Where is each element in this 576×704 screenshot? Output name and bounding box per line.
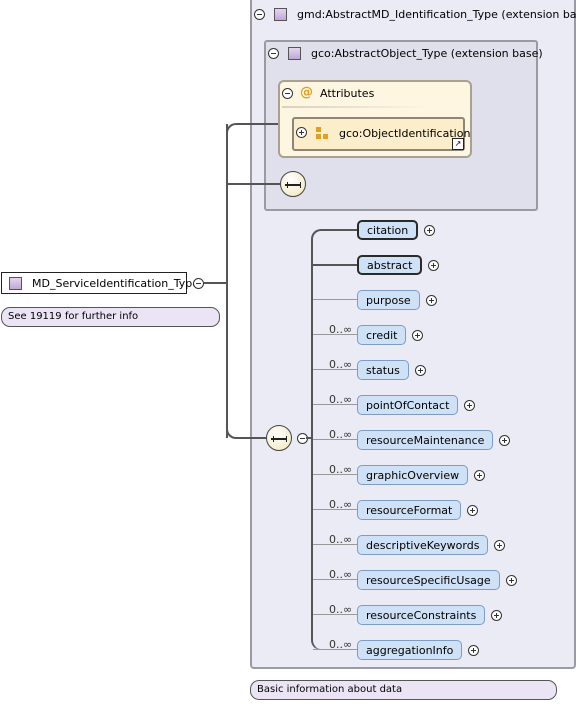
bottom-curve — [226, 426, 266, 439]
element-cardinality: 0..∞ — [329, 463, 353, 476]
root-element-name: MD_ServiceIdentification_Type — [32, 277, 200, 290]
element-connector — [313, 299, 357, 300]
seq2-to-elements — [306, 437, 312, 439]
root-collapse-icon[interactable] — [193, 278, 204, 289]
sequence-compositor-icon[interactable] — [266, 425, 292, 451]
shortcut-arrow-icon[interactable]: ↗ — [452, 138, 464, 150]
inner-ext-label: gco:AbstractObject_Type (extension base) — [311, 47, 543, 60]
element-expand-icon[interactable] — [505, 575, 517, 586]
element-resourceFormat[interactable]: resourceFormat — [357, 500, 462, 520]
top-curve — [226, 123, 278, 135]
element-cardinality: 0..∞ — [329, 358, 353, 371]
main-vertical-connector — [226, 124, 228, 438]
element-resourceSpecificUsage[interactable]: resourceSpecificUsage — [357, 570, 500, 590]
seq1-connector — [226, 183, 280, 185]
element-credit[interactable]: credit — [357, 325, 407, 345]
element-aggregationInfo[interactable]: aggregationInfo — [357, 640, 463, 660]
attribute-group-expand-icon[interactable] — [296, 127, 307, 138]
element-connector — [313, 264, 357, 266]
element-cardinality: 0..∞ — [329, 498, 353, 511]
element-cardinality: 0..∞ — [329, 638, 353, 651]
element-graphicOverview[interactable]: graphicOverview — [357, 465, 469, 485]
element-cardinality: 0..∞ — [329, 568, 353, 581]
inner-ext-collapse-icon[interactable] — [268, 48, 279, 59]
element-cardinality: 0..∞ — [329, 428, 353, 441]
element-cardinality: 0..∞ — [329, 393, 353, 406]
element-expand-icon[interactable] — [425, 295, 437, 306]
root-type-icon — [9, 277, 22, 290]
sequence-compositor-icon[interactable] — [280, 171, 306, 197]
attributes-collapse-icon[interactable] — [282, 88, 293, 99]
at-sign-icon: @ — [300, 85, 313, 100]
attributes-label: Attributes — [320, 87, 375, 100]
element-resourceMaintenance[interactable]: resourceMaintenance — [357, 430, 494, 450]
element-status[interactable]: status — [357, 360, 409, 380]
attribute-group-icon — [316, 127, 330, 141]
element-citation[interactable]: citation — [357, 220, 419, 240]
element-expand-icon[interactable] — [414, 365, 426, 376]
attributes-separator — [282, 106, 432, 108]
element-purpose[interactable]: purpose — [357, 290, 420, 310]
outer-ext-type-icon — [274, 8, 287, 21]
element-descriptiveKeywords[interactable]: descriptiveKeywords — [357, 535, 489, 555]
element-resourceConstraints[interactable]: resourceConstraints — [357, 605, 486, 625]
element-cardinality: 0..∞ — [329, 603, 353, 616]
element-pointOfContact[interactable]: pointOfContact — [357, 395, 459, 415]
element-abstract[interactable]: abstract — [357, 255, 423, 275]
attribute-group-label: gco:ObjectIdentification — [339, 127, 471, 140]
elements-top-curve — [311, 229, 357, 241]
inner-ext-type-icon — [288, 47, 301, 60]
elements-vertical-connector — [311, 240, 313, 640]
outer-ext-collapse-icon[interactable] — [254, 9, 265, 20]
outer-ext-doc-note: Basic information about data — [250, 680, 557, 700]
element-cardinality: 0..∞ — [329, 323, 353, 336]
element-cardinality: 0..∞ — [329, 533, 353, 546]
root-connector — [204, 282, 228, 284]
root-doc-note: See 19119 for further info — [1, 307, 220, 327]
outer-ext-label: gmd:AbstractMD_Identification_Type (exte… — [297, 8, 576, 21]
